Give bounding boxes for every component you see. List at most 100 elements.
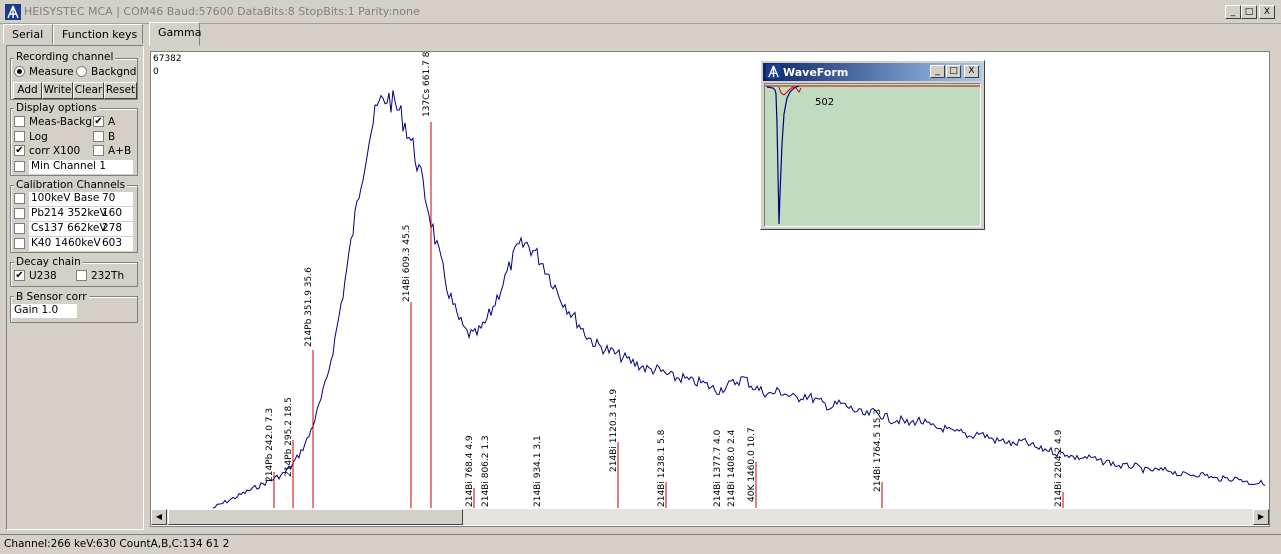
tab-function-keys[interactable]: Function keys <box>53 24 143 44</box>
maximize-icon: □ <box>1244 6 1254 17</box>
calib-100kev-label: 100keV Base <box>31 192 100 204</box>
calib-pb214-value: 160 <box>102 207 123 219</box>
scroll-thumb[interactable] <box>168 509 463 525</box>
calib-100kev-value: 70 <box>102 192 116 204</box>
calib-cs137-value: 278 <box>102 222 123 234</box>
u238-label: U238 <box>29 270 57 282</box>
wf-close-button[interactable]: X <box>964 65 979 78</box>
add-button[interactable]: Add <box>13 82 42 99</box>
app-icon <box>5 4 21 20</box>
display-options-title: Display options <box>14 102 99 114</box>
peak-label: 137Cs 661.7 85. <box>422 52 432 117</box>
minimize-icon: _ <box>935 66 940 76</box>
corr-x100-label: corr X100 <box>29 145 81 157</box>
calib-k40-label: K40 1460keV <box>31 237 101 249</box>
maximize-button[interactable]: □ <box>1241 5 1257 19</box>
peak-label: 40K 1460.0 10.7 <box>747 427 757 502</box>
close-button[interactable]: X <box>1259 5 1275 19</box>
min-channel-checkbox[interactable] <box>14 161 25 172</box>
arrow-right-icon: ▶ <box>1257 512 1265 521</box>
a-plus-b-checkbox[interactable] <box>93 145 104 156</box>
th232-checkbox[interactable] <box>76 270 87 281</box>
waveform-value: 502 <box>815 97 835 108</box>
scroll-left-button[interactable]: ◀ <box>151 509 167 525</box>
peak-label: 214Bi 1377.7 4.0 <box>713 429 723 507</box>
tab-serial[interactable]: Serial <box>3 24 53 44</box>
peak-label: 214Bi 1764.5 15.3 <box>873 409 883 492</box>
measure-label: Measure <box>29 66 74 78</box>
calib-pb214-field[interactable]: Pb214 352keV 160 <box>29 207 133 221</box>
b-checkbox[interactable] <box>93 131 104 142</box>
maximize-icon: □ <box>949 66 958 76</box>
y-min-label: 0 <box>153 67 159 77</box>
tab-serial-label: Serial <box>12 28 44 41</box>
spectrum-plot[interactable]: 214Pb 242.0 7.3 214Pb 295.2 18.5 214Pb 351… <box>150 51 1270 527</box>
horizontal-scrollbar[interactable]: ◀ ▶ <box>151 509 1269 525</box>
calib-100kev-checkbox[interactable] <box>14 193 25 204</box>
calib-cs137-checkbox[interactable] <box>14 223 25 234</box>
write-button[interactable]: Write <box>42 82 73 99</box>
clear-button[interactable]: Clear <box>73 82 104 99</box>
th232-label: 232Th <box>91 270 125 282</box>
a-checkbox[interactable]: ✔ <box>93 116 104 127</box>
waveform-trace <box>765 85 980 225</box>
peak-label: 214Bi 1408.0 2.4 <box>727 429 737 507</box>
spectrum-trace <box>212 90 1266 509</box>
close-icon: X <box>1263 6 1271 17</box>
scroll-right-button[interactable]: ▶ <box>1253 509 1269 525</box>
peak-label: 214Bi 806.2 1.3 <box>481 435 491 507</box>
spectrum-chart: 214Pb 242.0 7.3 214Pb 295.2 18.5 214Pb 351… <box>212 52 1266 509</box>
meas-backg-checkbox[interactable] <box>14 116 25 127</box>
peak-label: 214Bi 1238.1 5.8 <box>657 429 667 507</box>
waveform-app-icon <box>766 64 781 79</box>
backgnd-radio[interactable] <box>76 66 87 77</box>
calibration-title: Calibration Channels <box>14 179 128 191</box>
peak-label: 214Bi 768.4 4.9 <box>465 435 475 507</box>
waveform-canvas: 502 <box>764 83 981 227</box>
reset-button[interactable]: Reset <box>104 82 137 99</box>
gain-field[interactable]: Gain 1.0 <box>12 304 77 318</box>
corr-x100-checkbox[interactable]: ✔ <box>14 145 25 156</box>
waveform-window[interactable]: WaveForm _ □ X 502 <box>760 60 985 230</box>
a-plus-b-label: A+B <box>108 145 132 157</box>
peak-label: 214Bi 609.3 45.5 <box>402 225 412 302</box>
waveform-title: WaveForm <box>783 66 849 79</box>
calib-100kev-field[interactable]: 100keV Base 70 <box>29 192 133 206</box>
close-icon: X <box>968 66 975 76</box>
calib-cs137-field[interactable]: Cs137 662keV 278 <box>29 222 133 236</box>
calib-cs137-label: Cs137 662keV <box>31 222 107 234</box>
calib-k40-field[interactable]: K40 1460keV 603 <box>29 237 133 251</box>
peak-label: 214Pb 351.9 35.6 <box>304 267 314 347</box>
calib-k40-checkbox[interactable] <box>14 238 25 249</box>
peak-label: 214Pb 242.0 7.3 <box>265 408 275 482</box>
wf-maximize-button[interactable]: □ <box>946 65 961 78</box>
checkmark-icon: ✔ <box>15 145 24 156</box>
y-max-label: 67382 <box>153 54 182 64</box>
min-channel-field[interactable]: Min Channel 1 <box>29 160 133 174</box>
status-bar: Channel:266 keV:630 CountA,B,C:134 61 2 <box>0 534 1281 554</box>
minimize-button[interactable]: _ <box>1225 5 1241 19</box>
tab-gamma[interactable]: Gamma <box>149 22 202 46</box>
tab-function-keys-label: Function keys <box>62 28 138 41</box>
a-label: A <box>108 116 116 128</box>
u238-checkbox[interactable]: ✔ <box>14 270 25 281</box>
peak-label: 214Bi 2204.2 4.9 <box>1054 429 1064 507</box>
decay-chain-title: Decay chain <box>14 256 83 268</box>
backgnd-label: Backgnd <box>91 66 137 78</box>
title-bar: HEISYSTEC MCA | COM46 Baud:57600 DataBit… <box>0 0 1281 24</box>
log-label: Log <box>29 131 48 143</box>
wf-minimize-button[interactable]: _ <box>930 65 945 78</box>
measure-radio[interactable] <box>14 66 25 77</box>
calib-pb214-checkbox[interactable] <box>14 208 25 219</box>
log-checkbox[interactable] <box>14 131 25 142</box>
waveform-title-bar[interactable]: WaveForm _ □ X <box>763 63 982 81</box>
checkmark-icon: ✔ <box>94 116 103 127</box>
peak-label: 214Bi 1120.3 14.9 <box>609 389 619 472</box>
b-label: B <box>108 131 116 143</box>
status-text: Channel:266 keV:630 CountA,B,C:134 61 2 <box>4 538 230 550</box>
window-title: HEISYSTEC MCA | COM46 Baud:57600 DataBit… <box>24 5 420 18</box>
tab-gamma-label: Gamma <box>158 26 202 39</box>
calib-pb214-label: Pb214 352keV <box>31 207 107 219</box>
b-sensor-title: B Sensor corr <box>14 291 89 303</box>
calib-k40-value: 603 <box>102 237 123 249</box>
